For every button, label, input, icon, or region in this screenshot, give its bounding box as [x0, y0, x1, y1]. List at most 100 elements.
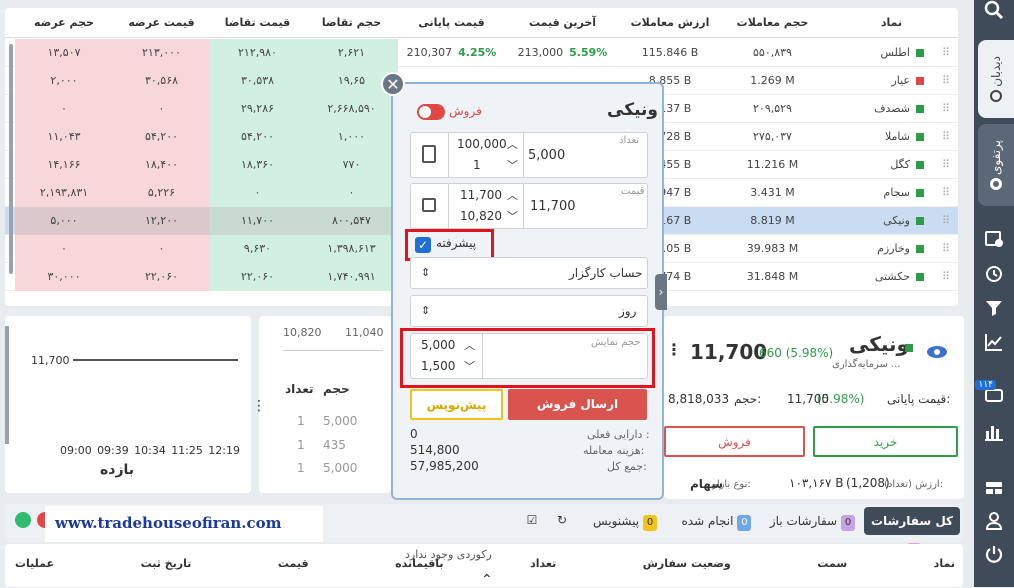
quantity-field[interactable]: تعداد 5,000 100,000 1 ︿ ﹀ [410, 132, 648, 178]
bar-chart-icon[interactable] [982, 422, 1006, 446]
search-icon[interactable] [982, 0, 1006, 24]
drag-handle-icon[interactable]: ⠿ [942, 179, 950, 207]
header-ask-volume[interactable]: حجم عرضه [15, 8, 113, 38]
filter-icon[interactable] [982, 298, 1006, 322]
close-icon[interactable]: ✕ [381, 72, 405, 96]
user-icon[interactable] [982, 511, 1006, 535]
calendar-clock-icon[interactable] [982, 228, 1006, 252]
quantity-step-small[interactable]: 1 [473, 158, 481, 172]
tab-all-orders[interactable]: کل سفارشات0 [864, 507, 960, 559]
orders-header-cell[interactable]: تعداد [530, 557, 556, 577]
tab-open-label: سفارشات باز [769, 514, 838, 528]
header-last-price[interactable]: آخرین قیمت [505, 8, 620, 38]
eye-icon[interactable] [926, 344, 947, 358]
header-bid-volume[interactable]: حجم تقاضا [305, 8, 398, 38]
tab-portfolio[interactable]: پرتفوی [978, 124, 1014, 206]
header-ask-price[interactable]: قیمت عرضه [113, 8, 210, 38]
header-bid-price[interactable]: قیمت تقاضا [210, 8, 305, 38]
ask-cell: ۵۴,۲۰۰ [113, 123, 210, 151]
drag-handle-icon[interactable]: ⠿ [942, 39, 950, 67]
advanced-checkbox[interactable]: ✓ [415, 237, 431, 253]
drag-handle-icon[interactable]: ⠿ [942, 235, 950, 263]
buy-button[interactable]: خرید [813, 426, 958, 457]
orders-header-cell[interactable]: نماد [934, 557, 955, 577]
refresh-icon[interactable]: ↻ [548, 506, 576, 534]
symbol-cell: شاملا ⠿ [825, 123, 958, 151]
bid-cell: ۲۲,۰۶۰ [210, 263, 305, 291]
header-symbol[interactable]: نماد [825, 8, 958, 38]
close-value: 210,307 [406, 46, 453, 59]
display-volume-label: حجم نمایش [591, 337, 641, 348]
price-upper-limit[interactable]: 11,700 [460, 188, 502, 202]
side-toggle[interactable] [417, 104, 445, 120]
time-tick: 10:34 [134, 444, 166, 457]
header-value[interactable]: ارزش معاملات [620, 8, 720, 38]
quantity-stepper[interactable]: 100,000 1 ︿ ﹀ [448, 133, 524, 177]
orders-header-cell[interactable]: باقیمانده [395, 557, 443, 577]
chart-icon[interactable] [982, 332, 1006, 356]
table-scrollbar[interactable] [9, 44, 13, 274]
header-volume[interactable]: حجم معاملات [720, 8, 825, 38]
drag-handle-icon[interactable]: ⠿ [942, 263, 950, 291]
panel-resize-handle[interactable]: ⋮ [252, 398, 266, 414]
history-icon[interactable] [982, 264, 1006, 288]
display-volume-field[interactable]: حجم نمایش 5,000 1,500 ︿ ﹀ [410, 333, 648, 379]
chevron-up-icon[interactable]: ︿ [507, 136, 518, 152]
symbol-name: ونیکی [883, 214, 910, 227]
drag-handle-icon[interactable]: ⠿ [942, 207, 950, 235]
layout-icon[interactable] [982, 478, 1006, 502]
price-lower-limit[interactable]: 10,820 [460, 209, 502, 223]
right-rail: دیدبان پرتفوی ۱۱۴ [974, 0, 1014, 587]
quantity-step-large[interactable]: 100,000 [457, 137, 507, 151]
tab-all-label: کل سفارشات [870, 514, 954, 528]
display-step-large[interactable]: 5,000 [421, 338, 455, 352]
table-row[interactable]: اطلس ⠿ ۵۵۰,۸۳۹ 115.846 B 213,000 5.59% 210,307… [5, 39, 958, 67]
bid-vol-cell: ۱,۷۴۰,۹۹۱ [305, 263, 398, 291]
drag-handle-icon[interactable]: ⠿ [942, 95, 950, 123]
orders-header-cell[interactable]: تاریخ ثبت [141, 557, 192, 577]
drag-handle-icon[interactable]: ⠿ [942, 67, 950, 95]
panel-scrollbar[interactable] [5, 326, 9, 444]
order-dialog: ✕ ونیکی فروش تعداد 5,000 100,000 1 ︿ ﹀ ق… [381, 72, 667, 500]
tab-market-watch[interactable]: دیدبان [978, 40, 1014, 118]
validity-select[interactable]: ⇕ روز [410, 295, 648, 327]
tab-open-orders[interactable]: سفارشات باز 0 [766, 507, 859, 535]
orders-header-cell[interactable]: سمت [817, 557, 847, 577]
ask-cell: ۱۲,۲۰۰ [113, 207, 210, 235]
chevron-down-icon[interactable]: ﹀ [464, 358, 475, 374]
unlock-icon[interactable] [422, 198, 436, 212]
chevron-up-icon[interactable]: ︿ [464, 337, 475, 353]
chevron-up-icon[interactable]: ︿ [507, 187, 518, 203]
check-list-icon[interactable]: ☑ [518, 506, 546, 534]
account-select[interactable]: ⇕ حساب کارگزار [410, 257, 648, 289]
symbol-name: حکشتی [874, 270, 910, 283]
chevron-up-icon[interactable]: ⌃ [481, 572, 493, 588]
drag-handle-icon[interactable]: ⠿ [942, 151, 950, 179]
tab-done[interactable]: انجام شده 0 [673, 507, 760, 535]
more-icon[interactable]: ⋮ [666, 340, 682, 359]
price-field[interactable]: قیمت 11,700 11,700 10,820 ︿ ﹀ [410, 183, 648, 229]
tab-drafts[interactable]: پیشنویس 0 [585, 507, 665, 535]
drag-handle-icon[interactable]: ⠿ [942, 123, 950, 151]
orders-header-cell[interactable]: عملیات [15, 557, 54, 577]
display-step-small[interactable]: 1,500 [421, 359, 455, 373]
orders-header-cell[interactable]: قیمت [278, 557, 309, 577]
draft-button[interactable]: پیش‌نویس [410, 389, 503, 420]
status-dot [916, 273, 924, 281]
chevron-down-icon[interactable]: ﹀ [507, 157, 518, 173]
connection-status-icon [15, 512, 31, 528]
fee-value: 514,800 [410, 443, 460, 457]
collapse-handle-icon[interactable]: › [655, 274, 667, 310]
price-stepper[interactable]: 11,700 10,820 ︿ ﹀ [448, 184, 524, 228]
power-icon[interactable] [982, 544, 1006, 568]
send-sell-button[interactable]: ارسال فروش [508, 389, 647, 420]
display-volume-stepper[interactable]: 5,000 1,500 ︿ ﹀ [411, 334, 483, 378]
sell-button[interactable]: فروش [664, 426, 805, 457]
volume-cell: 31.848 M [746, 270, 799, 283]
chevron-down-icon[interactable]: ﹀ [507, 208, 518, 224]
header-close-price[interactable]: قیمت پایانی [398, 8, 505, 38]
chart-price-label: 11,700 [31, 354, 70, 367]
calculator-icon[interactable] [422, 145, 436, 163]
value-cell: 115.846 B [641, 46, 699, 59]
orders-header-cell[interactable]: وضعیت سفارش [643, 557, 731, 577]
